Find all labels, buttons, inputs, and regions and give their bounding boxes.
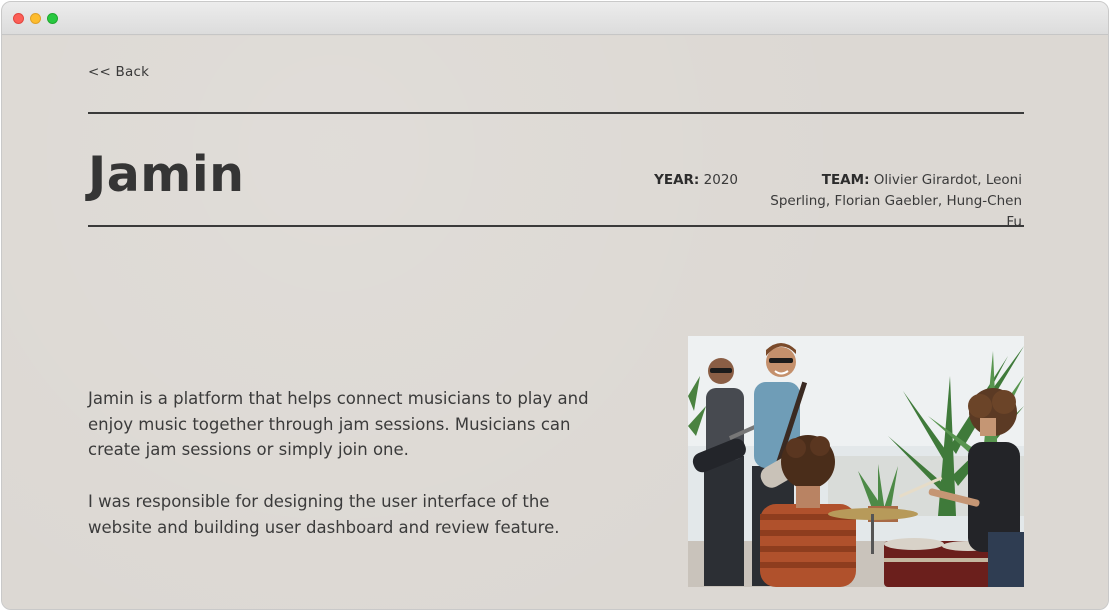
description-paragraph-1: Jamin is a platform that helps connect m… bbox=[88, 389, 589, 460]
minimize-window-button[interactable] bbox=[30, 13, 41, 24]
project-photo bbox=[688, 336, 1024, 587]
close-window-button[interactable] bbox=[13, 13, 24, 24]
team-label: TEAM: bbox=[821, 172, 870, 188]
back-link[interactable]: << Back bbox=[88, 64, 149, 80]
musicians-jam-photo-image bbox=[688, 336, 1024, 587]
browser-window: << Back Jamin YEAR: 2020 TEAM: Olivier G… bbox=[1, 1, 1109, 610]
project-team: TEAM: Olivier Girardot, Leoni Sperling, … bbox=[762, 170, 1022, 233]
maximize-window-button[interactable] bbox=[47, 13, 58, 24]
project-title: Jamin bbox=[88, 146, 245, 203]
window-titlebar bbox=[2, 2, 1108, 35]
header-bottom-divider bbox=[88, 225, 1024, 227]
project-description: Jamin is a platform that helps connect m… bbox=[88, 386, 608, 540]
team-members: Olivier Girardot, Leoni Sperling, Floria… bbox=[770, 172, 1022, 230]
project-year: YEAR: 2020 bbox=[654, 170, 738, 191]
project-page: << Back Jamin YEAR: 2020 TEAM: Olivier G… bbox=[2, 36, 1108, 609]
description-paragraph-2: I was responsible for designing the user… bbox=[88, 491, 560, 537]
year-label: YEAR: bbox=[654, 172, 700, 188]
header-top-divider bbox=[88, 112, 1024, 114]
year-value: 2020 bbox=[703, 172, 738, 188]
